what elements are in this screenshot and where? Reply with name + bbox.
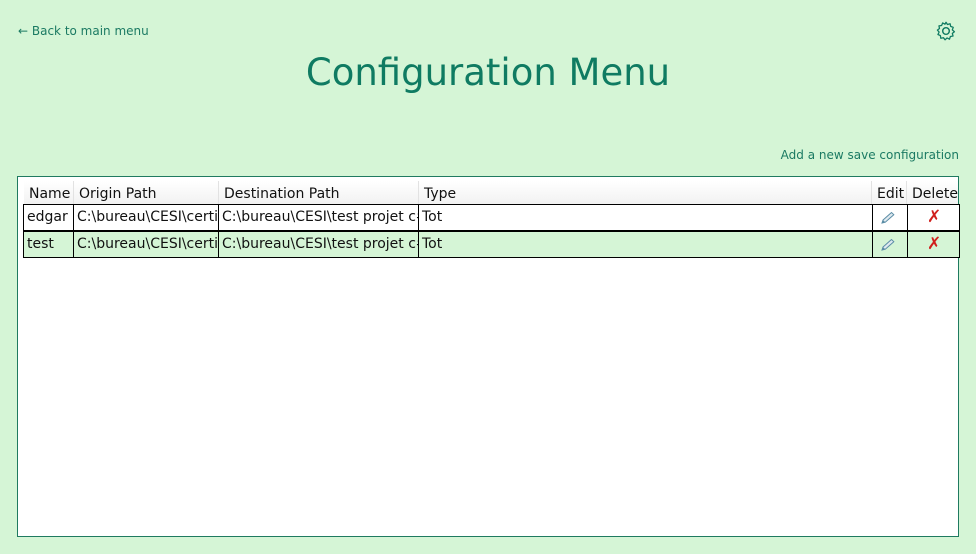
cell-name: test	[24, 232, 74, 257]
pencil-icon[interactable]	[881, 238, 896, 251]
page-title: Configuration Menu	[305, 51, 671, 94]
cell-edit	[873, 232, 908, 257]
cell-destination-path: C:\bureau\CESI\test projet c#	[219, 205, 419, 230]
cell-edit	[873, 205, 908, 230]
pencil-icon[interactable]	[881, 211, 896, 224]
table-row[interactable]: test C:\bureau\CESI\certif C:\bureau\CES…	[23, 231, 960, 258]
cross-icon[interactable]: ✗	[927, 232, 941, 257]
gear-icon[interactable]	[935, 20, 957, 42]
cell-origin-path: C:\bureau\CESI\certif	[74, 232, 219, 257]
cell-delete: ✗	[908, 232, 959, 257]
table-row[interactable]: edgar C:\bureau\CESI\certif C:\bureau\CE…	[23, 204, 960, 231]
cell-type: Tot	[419, 205, 873, 230]
cell-type: Tot	[419, 232, 873, 257]
cell-origin-path: C:\bureau\CESI\certif	[74, 205, 219, 230]
cell-name: edgar	[24, 205, 74, 230]
cell-destination-path: C:\bureau\CESI\test projet c#	[219, 232, 419, 257]
back-to-main-menu-link[interactable]: ← Back to main menu	[18, 24, 149, 38]
add-configuration-link[interactable]: Add a new save configuration	[781, 148, 959, 162]
cell-delete: ✗	[908, 205, 959, 230]
configuration-grid: Name Origin Path Destination Path Type E…	[17, 176, 960, 537]
cross-icon[interactable]: ✗	[927, 205, 941, 230]
